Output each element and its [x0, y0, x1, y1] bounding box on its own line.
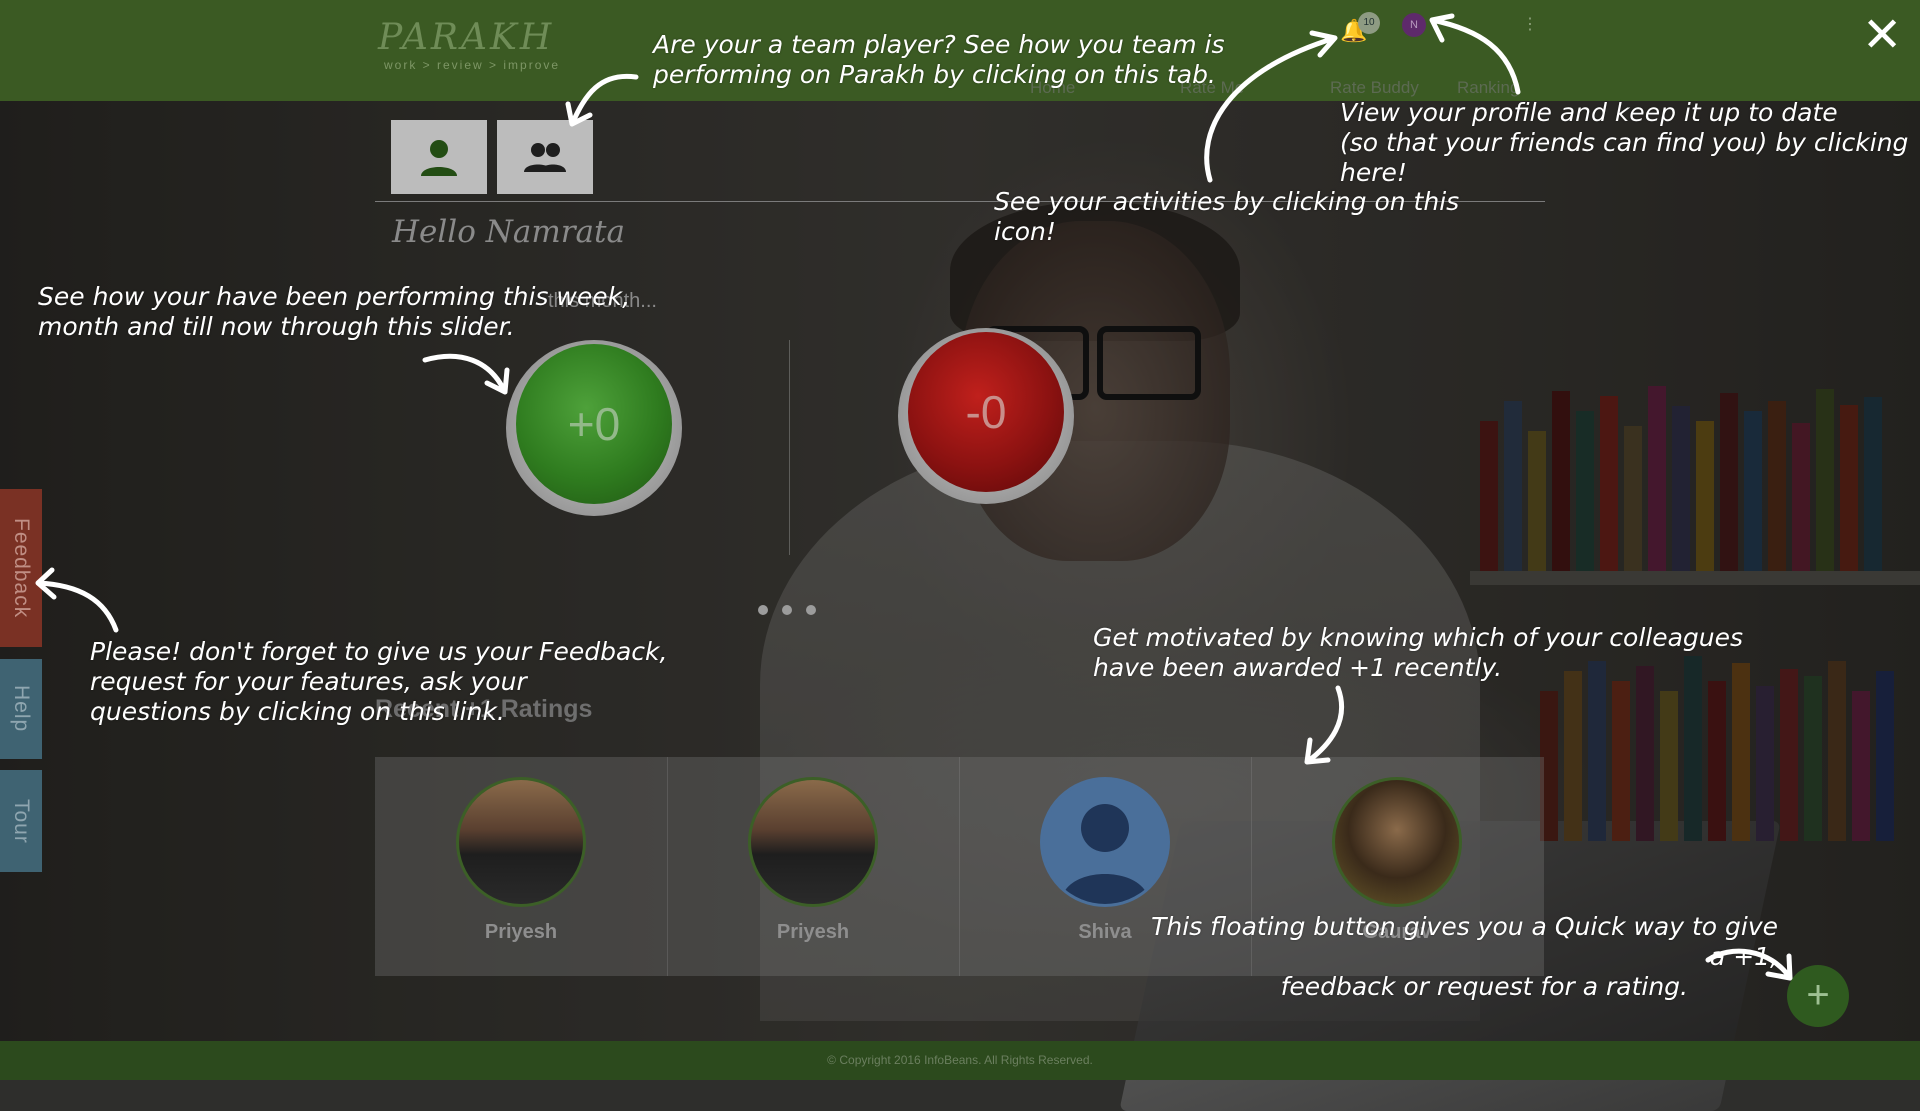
arrow-to-fab	[1705, 948, 1793, 981]
arrow-to-ratings	[1304, 685, 1345, 765]
annotation-arrows	[35, 13, 1793, 981]
arrow-to-bell	[1204, 30, 1338, 183]
arrow-to-team-tab	[565, 73, 639, 127]
arrow-to-avatar	[1429, 13, 1521, 95]
arrow-to-feedback-tab	[35, 567, 119, 633]
arrow-to-slider	[422, 353, 510, 395]
